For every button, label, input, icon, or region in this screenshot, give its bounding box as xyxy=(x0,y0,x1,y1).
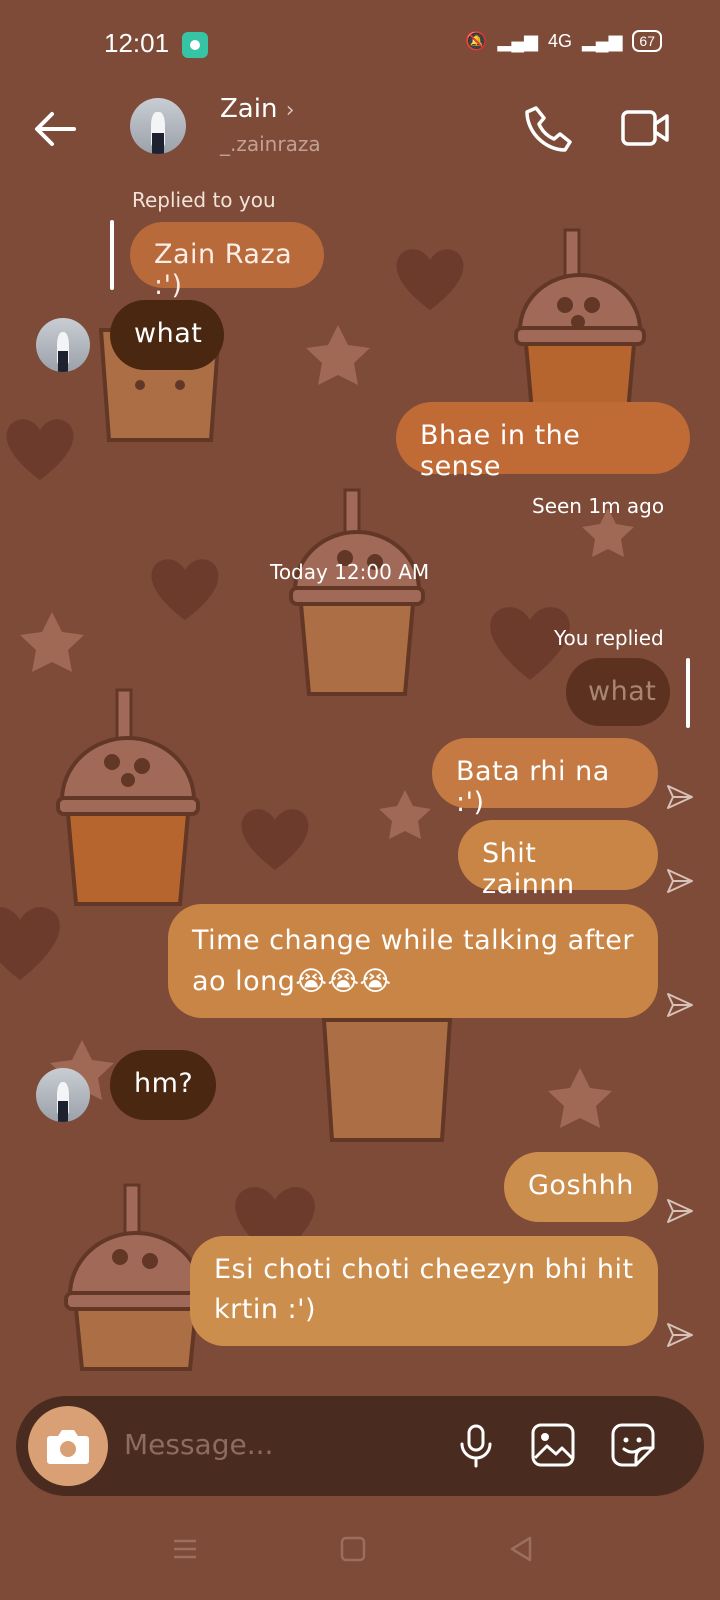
video-call-icon[interactable] xyxy=(620,102,672,154)
replied-quote-bubble-own[interactable]: what xyxy=(566,658,670,726)
sender-avatar[interactable] xyxy=(36,1068,90,1122)
outgoing-message[interactable]: Shit zainnn xyxy=(458,820,658,900)
contact-name[interactable]: Zain › xyxy=(220,94,295,124)
battery-indicator: 67 xyxy=(632,30,662,52)
reply-indicator-bar-own xyxy=(686,658,690,728)
chevron-right-icon: › xyxy=(285,98,295,123)
outgoing-message[interactable]: Goshhh xyxy=(504,1152,658,1222)
sticker-icon[interactable] xyxy=(610,1422,656,1468)
outgoing-message-multiline[interactable]: Esi choti choti cheezyn bhi hit krtin :'… xyxy=(190,1236,658,1346)
status-time: 12:01 xyxy=(104,28,170,58)
seen-status: Seen 1m ago xyxy=(532,494,665,518)
outgoing-message[interactable]: Bhae in the sense xyxy=(396,402,690,482)
outgoing-message[interactable]: Bata rhi na :') xyxy=(432,738,658,818)
app-notification-icon xyxy=(182,32,208,58)
mute-icon: 🔕 xyxy=(465,30,488,51)
message-line: krtin :') xyxy=(214,1294,317,1325)
contact-handle: _.zainraza xyxy=(220,132,321,156)
send-status-icon xyxy=(667,869,693,893)
back-arrow-icon[interactable] xyxy=(30,104,80,154)
message-composer xyxy=(16,1396,704,1496)
outgoing-message-multiline[interactable]: Time change while talking after ao long😭… xyxy=(168,904,658,1018)
time-divider: Today 12:00 AM xyxy=(270,560,430,584)
send-status-icon xyxy=(667,785,693,809)
replied-to-you-label: Replied to you xyxy=(132,188,276,212)
camera-button[interactable] xyxy=(28,1406,108,1486)
signal-icon-2: ▂▄▆ xyxy=(581,30,623,51)
camera-icon xyxy=(47,1430,89,1464)
incoming-message[interactable]: what xyxy=(110,300,224,370)
sender-avatar[interactable] xyxy=(36,318,90,372)
message-input[interactable]: Message... xyxy=(124,1428,273,1461)
gallery-icon[interactable] xyxy=(530,1422,576,1468)
incoming-message[interactable]: hm? xyxy=(110,1050,216,1120)
status-indicators: 🔕 ▂▄▆ 4G ▂▄▆ 67 xyxy=(465,30,662,52)
network-type: 4G xyxy=(547,30,572,51)
you-replied-label: You replied xyxy=(554,626,664,650)
home-nav-icon[interactable] xyxy=(340,1536,366,1562)
message-line: Esi choti choti cheezyn bhi hit xyxy=(214,1254,634,1285)
message-line: Time change while talking after xyxy=(192,925,634,956)
message-line: ao long😭😭😭 xyxy=(192,966,392,997)
replied-quote-bubble[interactable]: Zain Raza :') xyxy=(130,222,324,301)
back-nav-icon[interactable] xyxy=(508,1536,534,1562)
contact-avatar[interactable] xyxy=(130,98,186,154)
microphone-icon[interactable] xyxy=(456,1422,496,1470)
reply-indicator-bar xyxy=(110,220,114,290)
send-status-icon xyxy=(667,1323,693,1347)
send-status-icon xyxy=(667,993,693,1017)
call-icon[interactable] xyxy=(522,102,574,154)
signal-icon: ▂▄▆ xyxy=(497,30,538,51)
menu-nav-icon[interactable] xyxy=(172,1536,198,1562)
send-status-icon xyxy=(667,1199,693,1223)
